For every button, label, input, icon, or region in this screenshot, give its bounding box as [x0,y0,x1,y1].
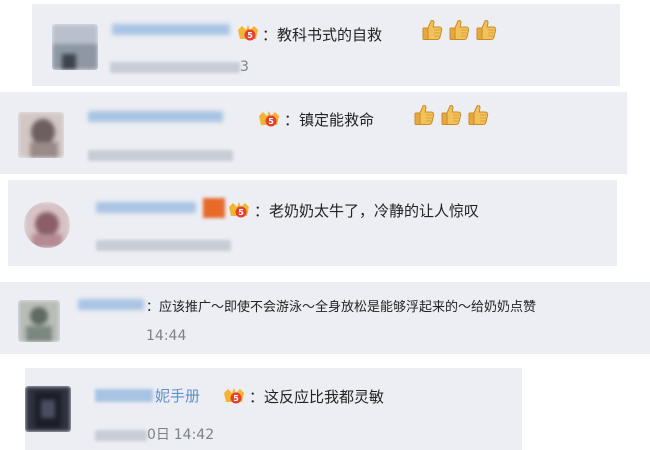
comment-time [96,238,231,252]
thumbs-up-icon [439,103,463,127]
avatar[interactable] [24,202,70,248]
thumbs-up-icon [474,18,498,42]
thumbs-up-icon [420,18,444,42]
vip-badge-icon [237,24,259,42]
thumbs-up-icon [466,103,490,127]
comment-text: ：老奶奶太牛了，冷静的让人惊叹 [254,202,480,220]
comment-time: 14:44 [146,328,187,344]
avatar[interactable] [18,300,60,342]
comment-time [88,148,233,162]
username-blurred[interactable] [96,200,196,214]
avatar[interactable] [52,24,98,70]
username-blurred[interactable] [112,22,230,36]
comment-text: ：镇定能救命 [284,111,375,129]
thumbs-group [412,103,490,127]
comment-card: ：教科书式的自救 3 [32,4,620,86]
comment-text: ：应该推广～即使不会游泳～全身放松是能够浮起来的～给奶奶点赞 [146,300,537,315]
comment-time: 0日 14:42 [95,424,214,444]
comment-card: ：老奶奶太牛了，冷静的让人惊叹 [8,180,617,266]
comment-text: ：教科书式的自救 [262,26,383,44]
username-blurred[interactable] [88,109,223,123]
comment-card: 妮手册 ：这反应比我都灵敏 0日 14:42 [25,368,522,450]
thumbs-up-icon [447,18,471,42]
thumbs-up-icon [412,103,436,127]
vip-badge-icon [258,110,280,128]
thumbs-group [420,18,498,42]
comment-time: 3 [110,59,249,75]
comment-card: ：镇定能救命 [0,92,627,174]
decorative-badge [203,198,225,218]
vip-badge-icon [228,201,250,219]
username-blurred[interactable] [78,297,144,311]
username[interactable]: 妮手册 [95,385,200,405]
avatar[interactable] [18,112,64,158]
avatar[interactable] [25,386,71,432]
comment-card: ：应该推广～即使不会游泳～全身放松是能够浮起来的～给奶奶点赞 14:44 [0,282,650,354]
vip-badge-icon [223,387,245,405]
comment-text: ：这反应比我都灵敏 [249,388,385,406]
